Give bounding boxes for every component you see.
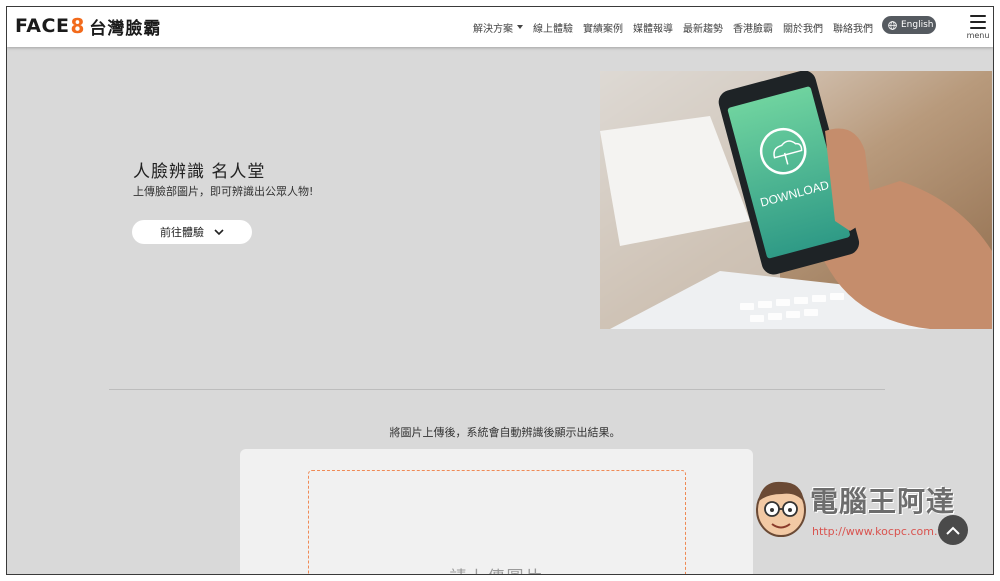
- upload-card: 請上傳圖片: [240, 449, 753, 574]
- nav-item-label: 線上體驗: [533, 23, 573, 35]
- try-now-button[interactable]: 前往體驗: [132, 220, 252, 244]
- globe-icon: [888, 20, 897, 30]
- nav-item-label: 最新趨勢: [683, 23, 723, 35]
- logo-eight-text: 8: [70, 14, 85, 38]
- language-button[interactable]: English: [882, 16, 936, 34]
- nav-item-hongkong[interactable]: 香港臉霸: [733, 20, 773, 35]
- nav-item-label: 實績案例: [583, 23, 623, 35]
- menu-label: menu: [966, 31, 990, 40]
- nav-item-trends[interactable]: 最新趨勢: [683, 20, 723, 35]
- scroll-to-top-button[interactable]: [938, 515, 968, 545]
- site-header: FACE 8 台灣臉霸 解決方案 線上體驗 實績案例 媒體報導 最新趨勢 香港臉…: [7, 7, 993, 47]
- drop-zone-text: 請上傳圖片: [309, 563, 685, 574]
- chevron-down-icon: [214, 228, 224, 235]
- hero-subtitle: 上傳臉部圖片，即可辨識出公眾人物!: [133, 185, 314, 198]
- nav-item-label: 聯絡我們: [833, 23, 873, 35]
- try-now-label: 前往體驗: [160, 226, 204, 239]
- menu-button[interactable]: menu: [965, 13, 991, 45]
- watermark-title: 電腦王阿達: [810, 485, 956, 518]
- nav-item-contact[interactable]: 聯絡我們: [833, 20, 873, 35]
- nav-item-about[interactable]: 關於我們: [783, 20, 823, 35]
- image-drop-zone[interactable]: 請上傳圖片: [308, 470, 686, 574]
- chevron-up-icon: [946, 526, 960, 535]
- nav-item-label: 媒體報導: [633, 23, 673, 35]
- nav-item-label: 解決方案: [473, 23, 513, 35]
- site-logo[interactable]: FACE 8 台灣臉霸: [15, 14, 162, 39]
- nav-item-label: 香港臉霸: [733, 23, 773, 35]
- caret-down-icon: [517, 25, 523, 29]
- upload-instruction: 將圖片上傳後，系統會自動辨識後顯示出結果。: [389, 426, 621, 439]
- hero-title: 人臉辨識 名人堂: [133, 162, 266, 182]
- watermark-url: http://www.kocpc.com.tw: [812, 525, 951, 538]
- nav-item-cases[interactable]: 實績案例: [583, 20, 623, 35]
- language-label: English: [901, 20, 934, 30]
- nav-item-solutions[interactable]: 解決方案: [473, 20, 523, 35]
- hamburger-icon: [970, 15, 986, 29]
- hero-phone-image: DOWNLOAD: [600, 71, 992, 329]
- nav-item-media[interactable]: 媒體報導: [633, 20, 673, 35]
- mascot-icon: [756, 481, 806, 537]
- logo-face-text: FACE: [15, 15, 70, 37]
- section-divider: [109, 389, 885, 390]
- logo-chinese-text: 台灣臉霸: [89, 18, 162, 39]
- nav-item-online-demo[interactable]: 線上體驗: [533, 20, 573, 35]
- main-nav: 解決方案 線上體驗 實績案例 媒體報導 最新趨勢 香港臉霸 關於我們 聯絡我們: [473, 7, 883, 47]
- nav-item-label: 關於我們: [783, 23, 823, 35]
- browser-frame: FACE 8 台灣臉霸 解決方案 線上體驗 實績案例 媒體報導 最新趨勢 香港臉…: [6, 6, 994, 575]
